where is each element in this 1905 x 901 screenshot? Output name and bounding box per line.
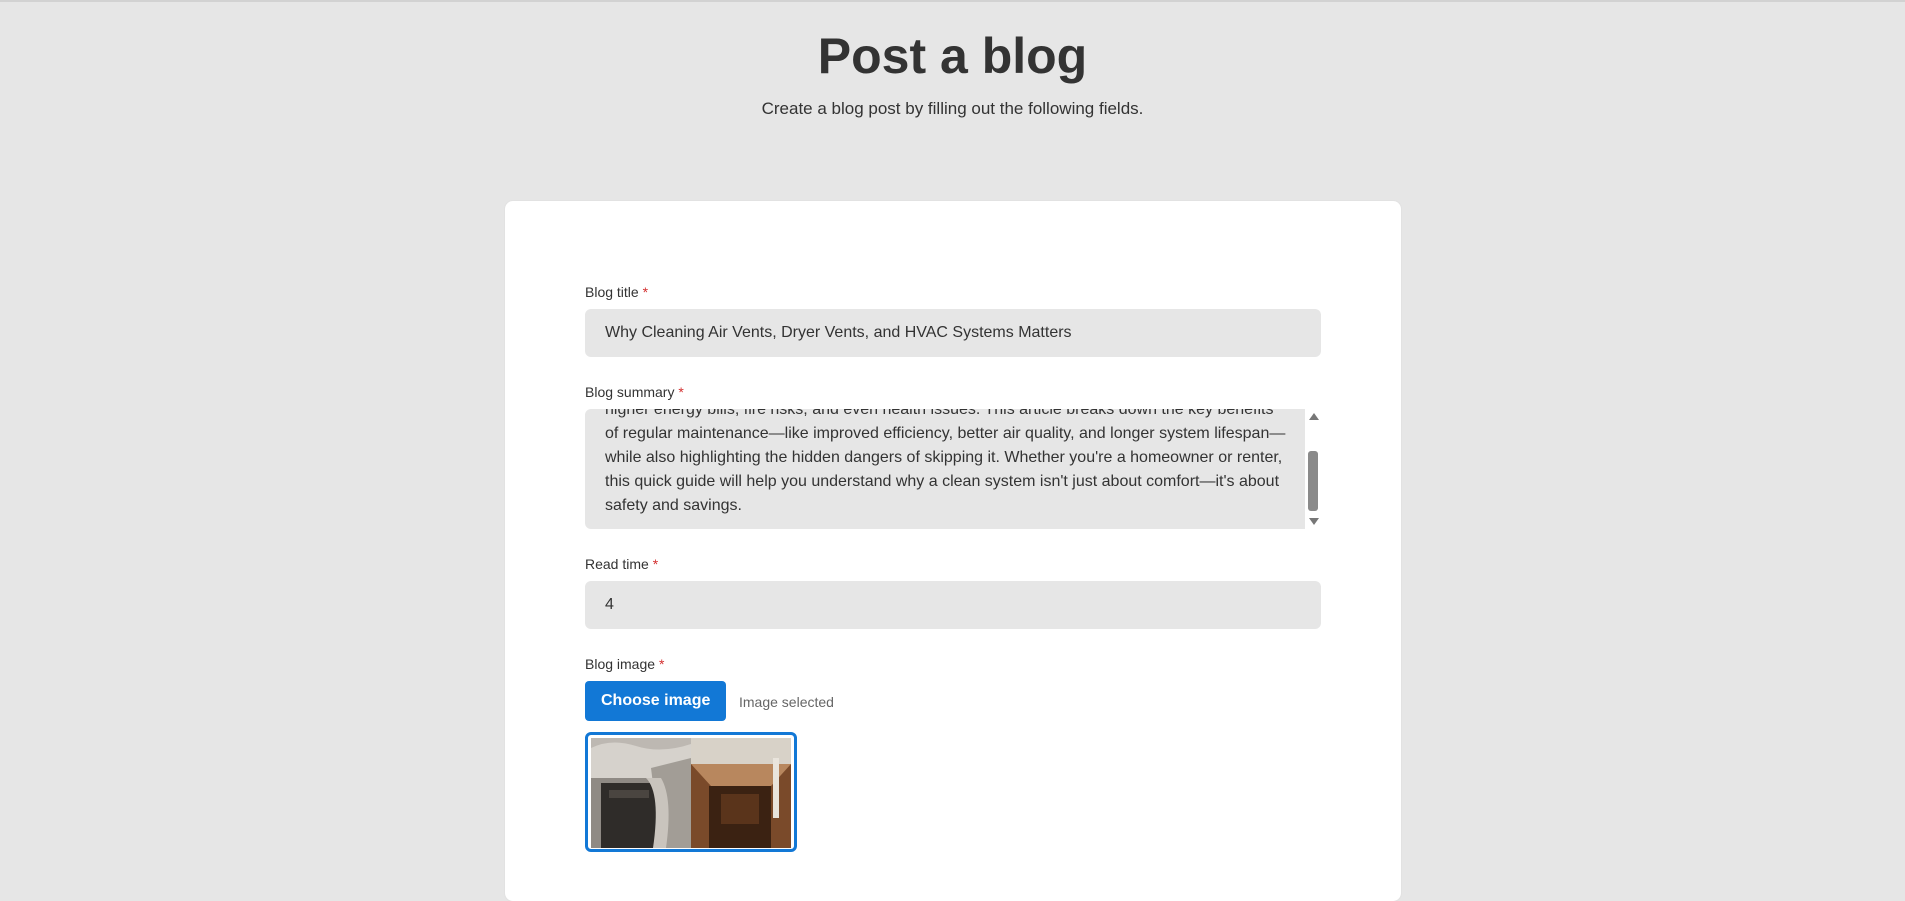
- blog-title-label: Blog title *: [585, 284, 648, 300]
- top-border: [0, 0, 1905, 2]
- read-time-input[interactable]: [585, 581, 1321, 629]
- summary-line: safety and savings.: [605, 497, 742, 514]
- page-subtitle: Create a blog post by filling out the fo…: [761, 99, 1144, 118]
- read-time-label: Read time *: [585, 556, 658, 572]
- summary-line: while also highlighting the hidden dange…: [605, 449, 1283, 466]
- blog-summary-label: Blog summary *: [585, 384, 684, 400]
- required-marker: *: [678, 384, 684, 400]
- required-marker: *: [652, 556, 659, 572]
- blog-title-input[interactable]: [585, 309, 1321, 357]
- blog-image-label-text: Blog image: [585, 656, 656, 672]
- image-status-text: Image selected: [739, 694, 834, 710]
- summary-line: of regular maintenance—like improved eff…: [605, 425, 1286, 442]
- scroll-thumb[interactable]: [1308, 451, 1318, 511]
- scroll-down-arrow-icon[interactable]: [1309, 518, 1319, 525]
- required-marker: *: [642, 284, 649, 300]
- choose-image-button[interactable]: Choose image: [585, 681, 727, 721]
- dirty-vs-clean-duct-photo-icon: [591, 738, 791, 848]
- read-time-label-text: Read time: [585, 556, 649, 572]
- blog-summary-text: higher energy bills, fire risks, and eve…: [605, 409, 1305, 518]
- summary-line: higher energy bills, fire risks, and eve…: [605, 409, 1274, 418]
- image-preview[interactable]: [585, 732, 797, 852]
- blog-form-card: Blog title * Blog summary * higher energ…: [505, 201, 1401, 901]
- summary-line: this quick guide will help you understan…: [605, 473, 1280, 490]
- blog-title-label-text: Blog title: [585, 284, 639, 300]
- summary-scrollbar[interactable]: [1305, 409, 1321, 529]
- blog-image-label: Blog image *: [585, 656, 664, 672]
- blog-summary-textarea[interactable]: higher energy bills, fire risks, and eve…: [585, 409, 1321, 529]
- required-marker: *: [658, 656, 665, 672]
- scroll-up-arrow-icon[interactable]: [1309, 413, 1319, 420]
- blog-summary-label-text: Blog summary: [585, 384, 675, 400]
- page-title: Post a blog: [817, 28, 1088, 84]
